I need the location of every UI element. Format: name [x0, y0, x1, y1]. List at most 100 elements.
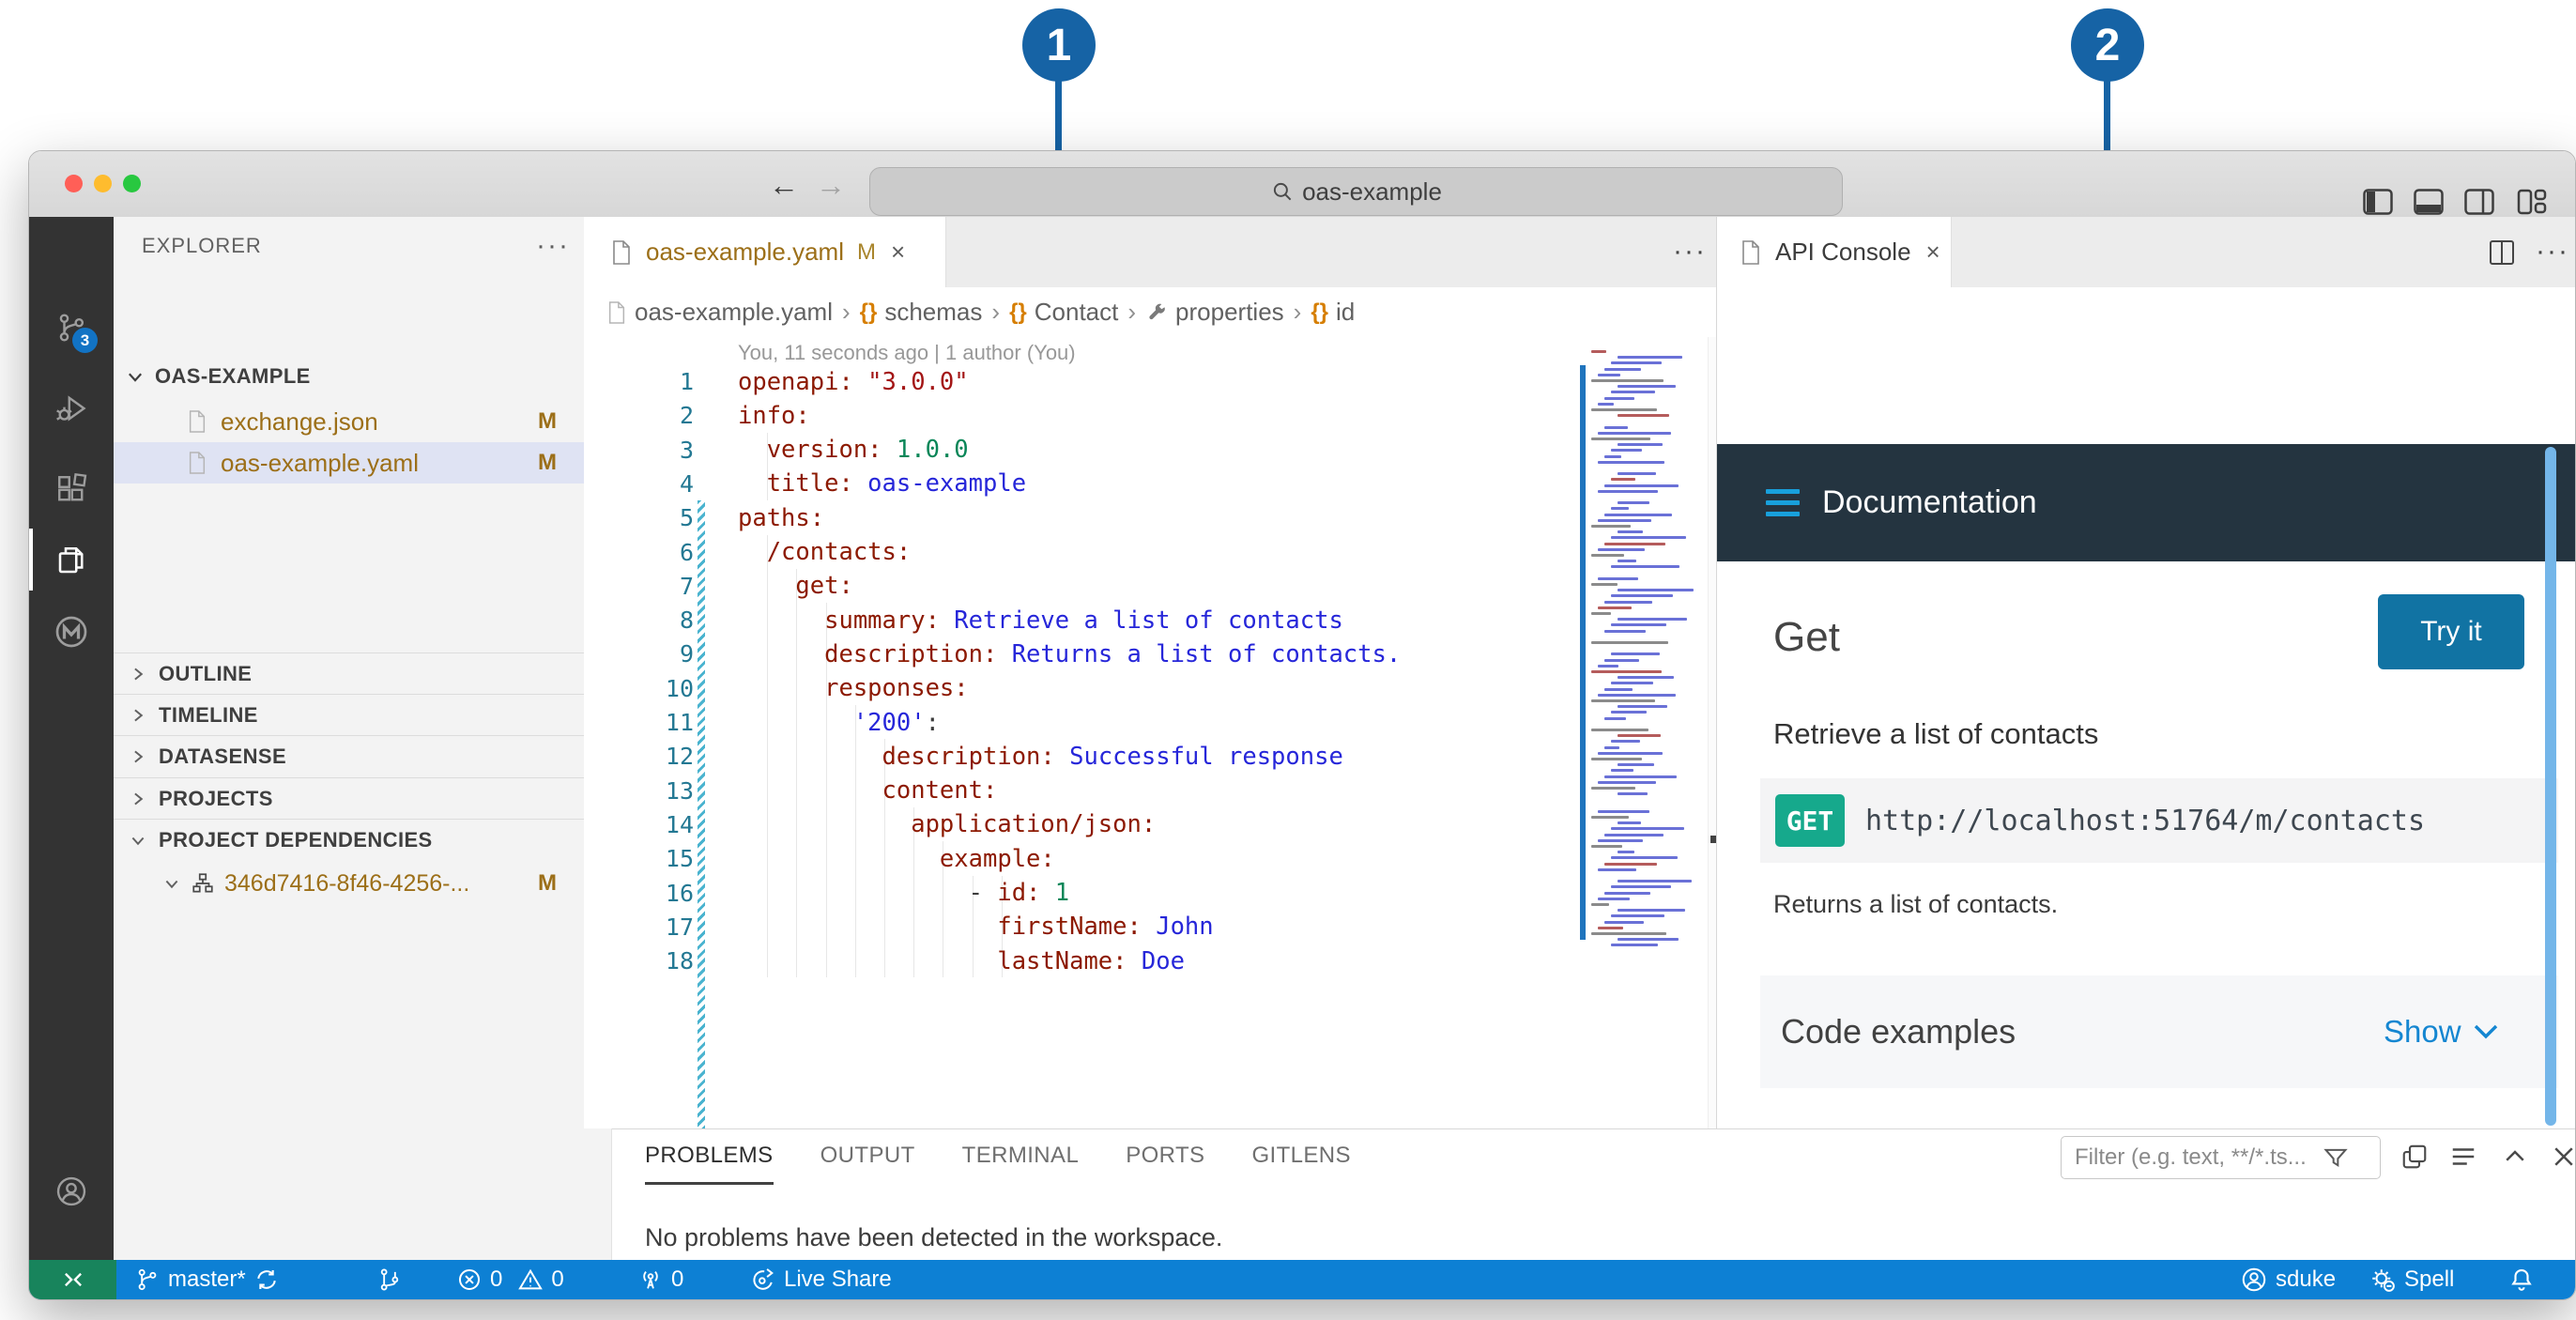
menu-hamburger-icon[interactable]: [1766, 483, 1800, 523]
api-console-more-actions-icon[interactable]: ···: [2536, 236, 2569, 268]
line-content: get:: [738, 572, 853, 601]
panel-tab-terminal[interactable]: TERMINAL: [962, 1143, 1080, 1185]
vscode-window: ← → oas-example 3 EXPLORER ··· OAS-EXAMP…: [28, 150, 2576, 1300]
copy-all-icon[interactable]: [2400, 1143, 2429, 1171]
extensions-icon[interactable]: [54, 472, 88, 506]
show-code-examples-link[interactable]: Show: [2384, 1014, 2499, 1050]
back-icon[interactable]: ←: [769, 168, 799, 203]
customize-layout-icon[interactable]: [2517, 189, 2547, 215]
code-line-14[interactable]: 14 application/json:: [584, 807, 1617, 842]
code-line-6[interactable]: 6 /contacts:: [584, 535, 1617, 570]
file-icon: [187, 409, 207, 434]
command-center-search[interactable]: oas-example: [869, 167, 1843, 216]
code-line-15[interactable]: 15 example:: [584, 841, 1617, 876]
file-item-exchange.json[interactable]: exchange.json M: [114, 401, 611, 442]
code-line-3[interactable]: 3 version: 1.0.0: [584, 433, 1617, 468]
method-title: Get: [1773, 614, 1840, 660]
code-line-17[interactable]: 17 firstName: John: [584, 910, 1617, 944]
sidebar-section-project-dependencies[interactable]: PROJECT DEPENDENCIES: [114, 820, 611, 861]
remote-indicator[interactable]: [29, 1260, 116, 1299]
code-line-12[interactable]: 12 description: Successful response: [584, 739, 1617, 774]
close-window-button[interactable]: [65, 175, 83, 192]
editor-more-actions-icon[interactable]: ···: [1673, 236, 1707, 268]
code-line-13[interactable]: 13 content:: [584, 774, 1617, 808]
toggle-secondary-sidebar-icon[interactable]: [2464, 189, 2494, 215]
forward-icon[interactable]: →: [816, 168, 846, 203]
spell-status-item[interactable]: Spell: [2369, 1260, 2454, 1299]
git-graph-status-item[interactable]: [376, 1260, 403, 1299]
tab-close-icon[interactable]: ×: [891, 238, 905, 267]
breadcrumb-item-properties[interactable]: properties: [1145, 298, 1284, 327]
minimap[interactable]: [1578, 339, 1708, 1118]
code-line-10[interactable]: 10 responses:: [584, 671, 1617, 706]
file-icon: [606, 300, 627, 325]
zoom-window-button[interactable]: [123, 175, 141, 192]
sidebar-section-outline[interactable]: OUTLINE: [114, 653, 611, 695]
code-examples-label: Code examples: [1781, 1012, 2016, 1051]
tab-label: oas-example.yaml: [646, 238, 844, 266]
code-line-18[interactable]: 18 lastName: Doe: [584, 944, 1617, 978]
problems-status-item[interactable]: 0 0: [456, 1260, 564, 1299]
code-line-8[interactable]: 8 summary: Retrieve a list of contacts: [584, 603, 1617, 637]
tab-close-icon[interactable]: ×: [1926, 238, 1940, 267]
breadcrumb-item-id[interactable]: {} id: [1311, 298, 1355, 327]
breadcrumb[interactable]: oas-example.yaml ›{} schemas ›{} Contact › pro…: [584, 287, 1716, 337]
panel-tab-output[interactable]: OUTPUT: [820, 1143, 915, 1185]
close-panel-icon[interactable]: [2550, 1143, 2575, 1171]
live-share-status-item[interactable]: Live Share: [750, 1260, 892, 1299]
try-it-button[interactable]: Try it: [2378, 594, 2524, 669]
project-root-row[interactable]: OAS-EXAMPLE: [114, 356, 611, 397]
sidebar-section-projects[interactable]: PROJECTS: [114, 778, 611, 820]
request-url-bar: GET http://localhost:51764/m/contacts: [1760, 778, 2558, 863]
account-status-item[interactable]: sduke: [2240, 1260, 2336, 1299]
view-as-list-icon[interactable]: [2449, 1143, 2477, 1171]
panel-tab-gitlens[interactable]: GITLENS: [1251, 1143, 1351, 1185]
line-number: 15: [665, 845, 694, 873]
callout-2: 2: [2071, 8, 2144, 82]
file-item-oas-example.yaml[interactable]: oas-example.yaml M: [114, 442, 611, 483]
toggle-sidebar-icon[interactable]: [2363, 189, 2393, 215]
toggle-panel-icon[interactable]: [2414, 189, 2444, 215]
panel-tab-problems[interactable]: PROBLEMS: [645, 1143, 774, 1185]
code-line-5[interactable]: 5 paths:: [584, 500, 1617, 535]
mulesoft-icon[interactable]: [54, 615, 88, 649]
sidebar-section-datasense[interactable]: DATASENSE: [114, 736, 611, 777]
code-line-4[interactable]: 4 title: oas-example: [584, 467, 1617, 501]
run-debug-icon[interactable]: [54, 391, 88, 425]
sidebar-section-timeline[interactable]: TIMELINE: [114, 695, 611, 736]
split-editor-icon[interactable]: [2489, 239, 2515, 266]
file-icon: [1740, 239, 1762, 266]
problems-filter-input[interactable]: Filter (e.g. text, **/*.ts...: [2061, 1136, 2381, 1179]
broadcast-tower-icon: [637, 1266, 664, 1293]
code-line-2[interactable]: 2 info:: [584, 398, 1617, 433]
line-content: info:: [738, 401, 810, 430]
dependency-item[interactable]: 346d7416-8f46-4256-... M: [114, 863, 611, 904]
notifications-status-item[interactable]: [2507, 1260, 2536, 1299]
callout-1-number: 1: [1046, 20, 1072, 70]
explorer-more-actions-icon[interactable]: ···: [536, 230, 570, 262]
code-line-7[interactable]: 7 get:: [584, 569, 1617, 604]
chevron-right-icon: [129, 706, 147, 725]
code-line-11[interactable]: 11 '200':: [584, 705, 1617, 740]
code-line-1[interactable]: 1 openapi: "3.0.0": [584, 364, 1617, 399]
tab-api-console[interactable]: API Console ×: [1717, 217, 1952, 287]
tab-oas-example-yaml[interactable]: oas-example.yaml M ×: [584, 217, 946, 287]
breadcrumb-item-Contact[interactable]: {} Contact: [1009, 298, 1118, 327]
code-editor[interactable]: You, 11 seconds ago | 1 author (You) 1 op…: [584, 337, 1708, 1128]
breadcrumb-item-oas-example.yaml[interactable]: oas-example.yaml: [606, 298, 833, 327]
api-console-scrollbar[interactable]: [2545, 447, 2556, 1126]
code-line-9[interactable]: 9 description: Returns a list of contact…: [584, 637, 1617, 671]
section-label: OUTLINE: [159, 662, 253, 685]
ports-count: 0: [671, 1266, 684, 1292]
code-line-16[interactable]: 16 - id: 1: [584, 876, 1617, 911]
panel-tab-ports[interactable]: PORTS: [1126, 1143, 1204, 1185]
account-icon[interactable]: [54, 1174, 88, 1208]
branch-status-item[interactable]: master*: [134, 1260, 280, 1299]
callout-1: 1: [1022, 8, 1096, 82]
maximize-panel-chevron-icon[interactable]: [2501, 1143, 2529, 1171]
minimize-window-button[interactable]: [94, 175, 112, 192]
file-icon: [187, 451, 207, 475]
ports-status-item[interactable]: 0: [637, 1260, 683, 1299]
breadcrumb-item-schemas[interactable]: {} schemas: [860, 298, 983, 327]
explorer-icon[interactable]: [54, 544, 88, 577]
